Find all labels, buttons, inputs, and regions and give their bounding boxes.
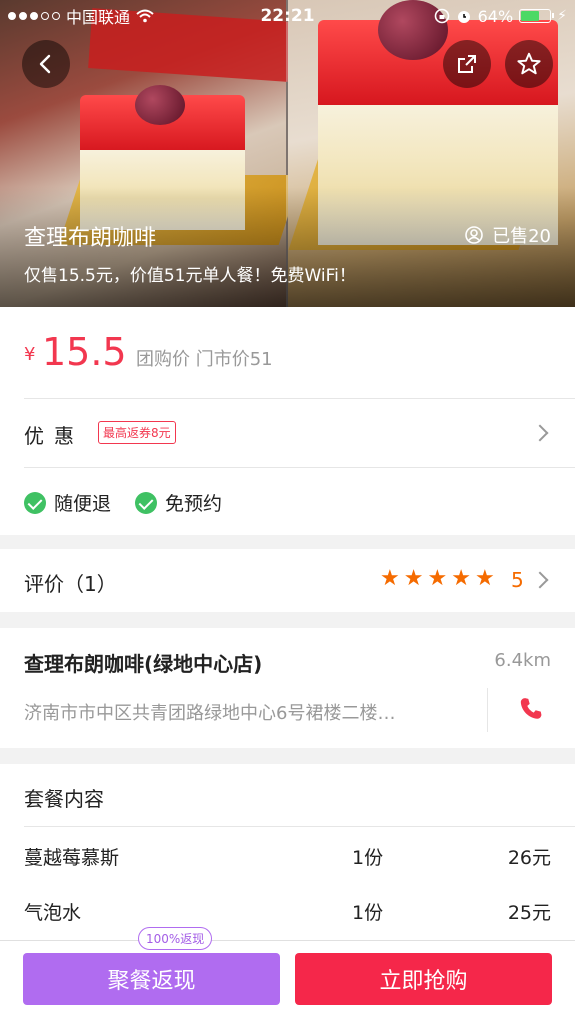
star-icon: ★ — [380, 566, 400, 591]
signal-icon — [8, 12, 60, 20]
shop-name[interactable]: 查理布朗咖啡(绿地中心店) — [24, 648, 262, 677]
package-item-price: 26元 — [507, 847, 551, 869]
star-icon: ★ — [451, 566, 471, 591]
shop-address[interactable]: 济南市市中区共青团路绿地中心6号裙楼二楼… — [24, 699, 469, 725]
sold-text: 已售20 — [492, 226, 551, 247]
chevron-right-icon — [531, 424, 549, 442]
user-icon — [465, 226, 483, 244]
charging-icon: ⚡ — [557, 8, 567, 24]
star-outline-icon — [517, 52, 541, 75]
package-title: 套餐内容 — [24, 787, 104, 811]
hero-subtitle: 仅售15.5元，价值51元单人餐！免费WiFi！ — [24, 266, 356, 286]
carrier-name: 中国联通 — [66, 8, 131, 27]
divider — [24, 467, 575, 468]
star-icon: ★ — [403, 566, 424, 591]
price-label: 团购价 门市价51 — [136, 349, 273, 370]
perk-refund: 随便退 — [24, 489, 111, 516]
battery-icon — [519, 9, 555, 23]
review-title: 评价（1） — [24, 572, 117, 596]
hero-title: 查理布朗咖啡 — [24, 226, 157, 251]
package-item-name: 气泡水 — [24, 902, 82, 924]
price-currency: ¥ — [24, 344, 36, 365]
discount-tag: 最高返券8元 — [98, 421, 176, 444]
package-item-price: 25元 — [507, 902, 551, 924]
sold-count: 已售20 — [464, 222, 551, 248]
hero-banner[interactable]: 查理布朗咖啡 已售20 仅售15.5元，价值51元单人餐！免费WiFi！ — [0, 0, 575, 307]
discount-row[interactable]: 优惠 最高返券8元 — [0, 399, 575, 467]
phone-icon[interactable] — [518, 695, 544, 723]
perk-label: 随便退 — [54, 493, 112, 515]
lock-rotation-icon — [434, 8, 449, 24]
share-icon — [458, 55, 476, 73]
battery-percent: 64% — [477, 6, 514, 26]
package-item-qty: 1份 — [352, 902, 384, 924]
star-icon: ★ — [474, 566, 495, 591]
package-item: 蔓越莓慕斯 1份 26元 — [24, 843, 551, 870]
check-circle-icon — [135, 491, 157, 514]
star-icon: ★ — [427, 566, 448, 591]
discount-label: 优惠 — [24, 424, 84, 448]
divider — [487, 688, 488, 732]
package-item-name: 蔓越莓慕斯 — [24, 847, 120, 869]
status-bar: 中国联通 22:21 64% ⚡ — [0, 0, 575, 32]
share-button[interactable] — [443, 40, 491, 88]
cashback-badge: 100%返现 — [138, 927, 213, 950]
package-item: 气泡水 1份 25元 — [24, 898, 551, 925]
rating-stars: ★ ★ ★ ★ ★ — [380, 566, 495, 591]
check-circle-icon — [24, 491, 46, 514]
divider — [24, 826, 575, 827]
alarm-icon — [457, 11, 470, 23]
shop-distance: 6.4km — [494, 650, 551, 671]
back-button[interactable] — [22, 40, 70, 88]
favorite-button[interactable] — [505, 40, 553, 88]
wifi-icon — [136, 9, 154, 23]
back-arrow-icon — [39, 54, 51, 74]
perk-no-reservation: 免预约 — [135, 489, 222, 516]
price-value: 15.5 — [42, 330, 127, 374]
perk-label: 免预约 — [165, 493, 223, 515]
buy-now-button[interactable]: 立即抢购 — [295, 953, 552, 1005]
shop-section — [0, 628, 575, 748]
group-cashback-button[interactable]: 聚餐返现 — [23, 953, 280, 1005]
review-score: 5 — [511, 568, 524, 592]
package-item-qty: 1份 — [352, 847, 384, 869]
